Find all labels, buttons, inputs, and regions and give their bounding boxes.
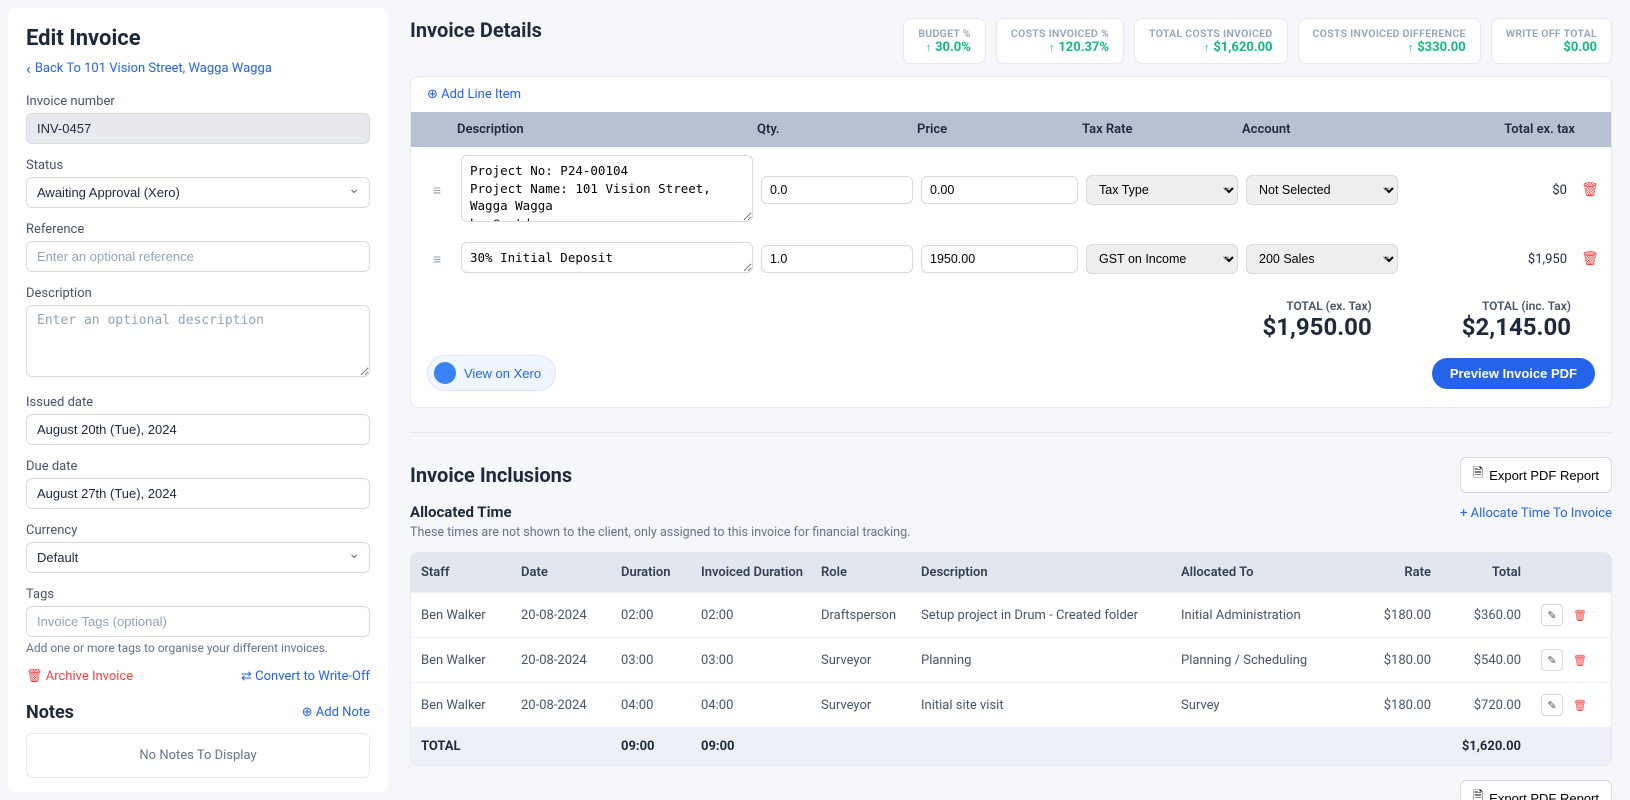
status-label: Status (26, 158, 370, 173)
line-row: ≡ GST on Income 200 Sales $1,950 🗑 (411, 234, 1611, 286)
currency-label: Currency (26, 523, 370, 538)
total-inc-label: TOTAL (inc. Tax) (1462, 299, 1571, 313)
issued-date-input[interactable] (26, 414, 370, 445)
line-qty-input[interactable] (761, 176, 913, 204)
inclusions-title: Invoice Inclusions (410, 463, 572, 487)
table-total-row: TOTAL 09:00 09:00 $1,620.00 (411, 727, 1611, 765)
line-items-panel: ⊕ Add Line Item Description Qty. Price T… (410, 76, 1612, 408)
table-row: Ben Walker 20-08-2024 03:00 03:00 Survey… (411, 637, 1611, 682)
drag-handle-icon[interactable]: ≡ (417, 251, 457, 268)
view-on-xero-button[interactable]: View on Xero (427, 355, 556, 391)
line-description-input[interactable] (461, 242, 753, 274)
line-header: Description Qty. Price Tax Rate Account … (411, 112, 1611, 147)
line-tax-select[interactable]: Tax Type (1086, 175, 1238, 205)
delete-line-button[interactable]: 🗑 (1575, 182, 1605, 198)
delete-row-button[interactable]: 🗑 (1569, 649, 1591, 671)
allocate-time-link[interactable]: + Allocate Time To Invoice (1460, 506, 1612, 521)
due-date-label: Due date (26, 459, 370, 474)
currency-select[interactable]: Default (26, 542, 370, 573)
edit-row-button[interactable]: ✎ (1541, 604, 1563, 626)
description-label: Description (26, 286, 370, 301)
allocated-time-title: Allocated Time (410, 503, 512, 521)
summary-cards: BUDGET % ↑30.0% COSTS INVOICED % ↑120.37… (903, 18, 1612, 64)
allocated-time-subtitle: These times are not shown to the client,… (410, 525, 1612, 540)
add-line-item-link[interactable]: ⊕ Add Line Item (427, 87, 521, 102)
invoice-number-label: Invoice number (26, 94, 370, 109)
total-ex-value: $1,950.00 (1262, 313, 1371, 341)
line-description-input[interactable] (461, 155, 753, 222)
table-row: Ben Walker 20-08-2024 04:00 04:00 Survey… (411, 682, 1611, 727)
tags-label: Tags (26, 587, 370, 602)
line-row: ≡ Tax Type Not Selected $0 🗑 (411, 147, 1611, 234)
card-costs-invoiced-diff: COSTS INVOICED DIFFERENCE ↑$330.00 (1298, 18, 1481, 64)
invoice-number-input[interactable] (26, 113, 370, 144)
card-write-off-total: WRITE OFF TOTAL $0.00 (1491, 18, 1612, 64)
convert-writeoff-link[interactable]: ⇄ Convert to Write-Off (241, 669, 370, 684)
xero-icon (434, 362, 456, 384)
document-icon: 🗎 (1473, 787, 1483, 800)
delete-row-button[interactable]: 🗑 (1569, 694, 1591, 716)
export-pdf-button-bottom[interactable]: 🗎 Export PDF Report (1460, 780, 1612, 800)
line-price-input[interactable] (921, 176, 1078, 204)
totals-row: TOTAL (ex. Tax) $1,950.00 TOTAL (inc. Ta… (411, 285, 1611, 355)
tags-helper: Add one or more tags to organise your di… (26, 641, 370, 655)
total-inc-value: $2,145.00 (1462, 313, 1571, 341)
delete-line-button[interactable]: 🗑 (1575, 251, 1605, 267)
notes-empty: No Notes To Display (26, 733, 370, 778)
edit-row-button[interactable]: ✎ (1541, 694, 1563, 716)
line-qty-input[interactable] (761, 245, 913, 273)
allocated-time-table: Staff Date Duration Invoiced Duration Ro… (410, 552, 1612, 766)
back-link[interactable]: Back To 101 Vision Street, Wagga Wagga (26, 59, 272, 78)
back-link-text: Back To 101 Vision Street, Wagga Wagga (35, 61, 272, 76)
tags-input[interactable] (26, 606, 370, 637)
line-account-select[interactable]: Not Selected (1246, 175, 1398, 205)
archive-invoice-link[interactable]: 🗑 Archive Invoice (26, 669, 133, 684)
main-content: Invoice Details BUDGET % ↑30.0% COSTS IN… (396, 0, 1630, 800)
total-ex-label: TOTAL (ex. Tax) (1262, 299, 1371, 313)
add-note-link[interactable]: ⊕ Add Note (302, 705, 370, 720)
card-total-costs-invoiced: TOTAL COSTS INVOICED ↑$1,620.00 (1134, 18, 1287, 64)
drag-handle-icon[interactable]: ≡ (417, 182, 457, 199)
line-price-input[interactable] (921, 245, 1078, 273)
delete-row-button[interactable]: 🗑 (1569, 604, 1591, 626)
inc-header: Staff Date Duration Invoiced Duration Ro… (411, 553, 1611, 592)
sidebar: Edit Invoice Back To 101 Vision Street, … (8, 8, 388, 792)
divider (410, 432, 1612, 433)
reference-input[interactable] (26, 241, 370, 272)
page-title: Edit Invoice (26, 26, 370, 51)
status-select[interactable]: Awaiting Approval (Xero) (26, 177, 370, 208)
issued-date-label: Issued date (26, 395, 370, 410)
preview-invoice-pdf-button[interactable]: Preview Invoice PDF (1432, 358, 1595, 389)
line-tax-select[interactable]: GST on Income (1086, 244, 1238, 274)
reference-label: Reference (26, 222, 370, 237)
card-costs-invoiced-pct: COSTS INVOICED % ↑120.37% (996, 18, 1124, 64)
export-pdf-button[interactable]: 🗎 Export PDF Report (1460, 457, 1612, 493)
card-budget: BUDGET % ↑30.0% (903, 18, 986, 64)
line-total: $0 (1402, 183, 1575, 198)
line-total: $1,950 (1402, 252, 1575, 267)
description-input[interactable] (26, 305, 370, 377)
invoice-details-title: Invoice Details (410, 18, 542, 42)
due-date-input[interactable] (26, 478, 370, 509)
document-icon: 🗎 (1473, 464, 1483, 486)
line-account-select[interactable]: 200 Sales (1246, 244, 1398, 274)
table-row: Ben Walker 20-08-2024 02:00 02:00 Drafts… (411, 592, 1611, 637)
edit-row-button[interactable]: ✎ (1541, 649, 1563, 671)
notes-title: Notes (26, 702, 74, 723)
